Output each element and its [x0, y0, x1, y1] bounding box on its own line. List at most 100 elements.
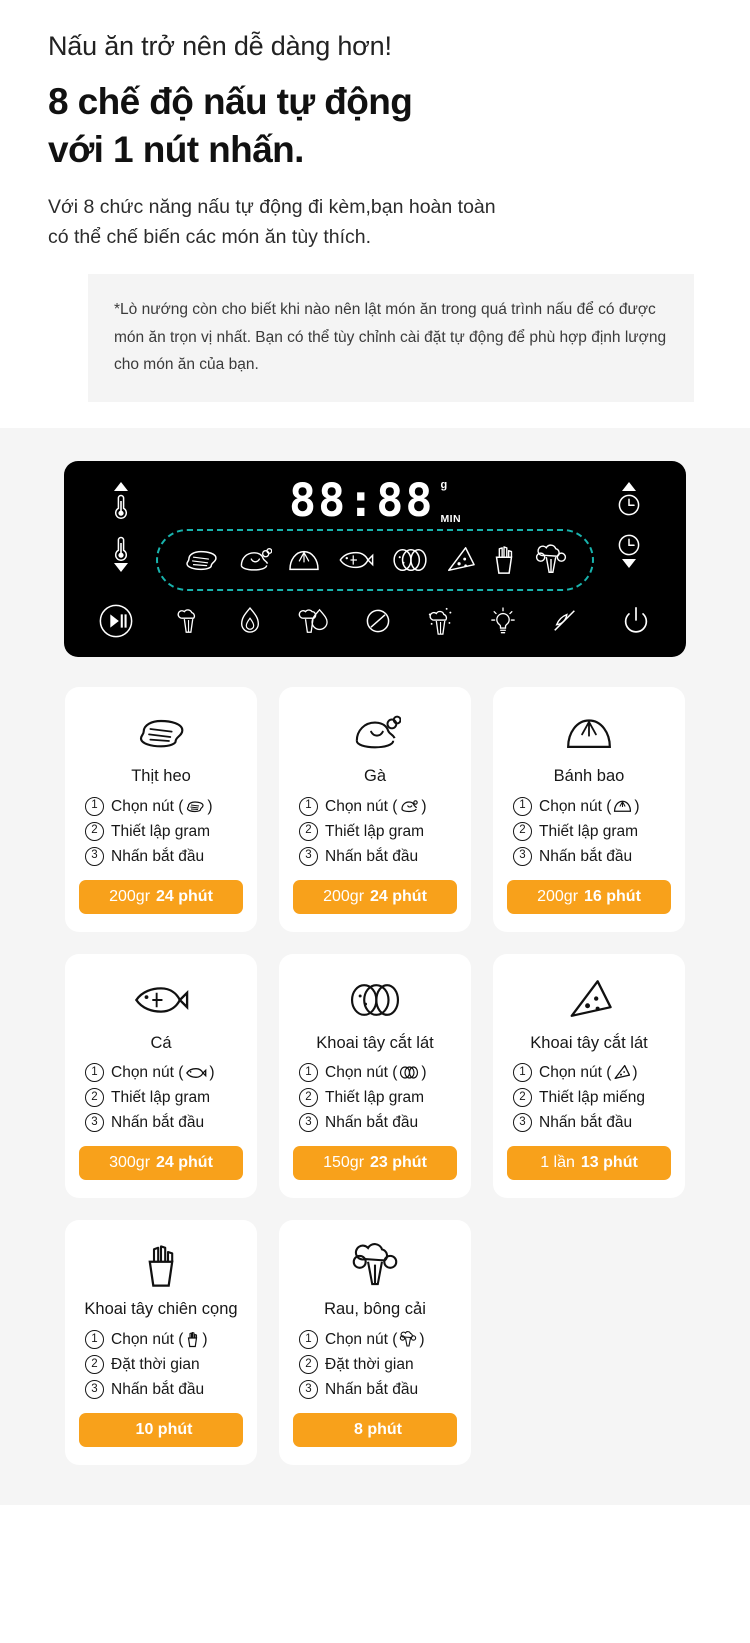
time-down-button[interactable] [616, 532, 642, 569]
step-number: 3 [85, 1380, 104, 1400]
step-3: 3 Nhấn bắt đầu [513, 846, 633, 866]
hero-subtitle-line2: có thể chế biến các món ăn tùy thích. [48, 225, 372, 248]
step-3: 3 Nhấn bắt đầu [299, 846, 419, 866]
card-title: Thịt heo [131, 766, 191, 785]
grill-button[interactable] [296, 606, 330, 636]
step-1: 1 Chọn nút ( ) [513, 1063, 638, 1083]
card-badge: 1 lần 13 phút [507, 1146, 671, 1181]
card-steps: 1 Chọn nút ( ) 2 Thiết lập gram 3 Nhấn b… [293, 1063, 457, 1133]
mode-pizza-button[interactable] [445, 545, 475, 575]
mode-potato-slices-button[interactable] [391, 546, 429, 574]
triangle-down-icon [114, 562, 128, 572]
card-badge: 200gr 24 phút [79, 879, 243, 914]
clock-up-icon [618, 494, 640, 516]
step-text: Nhấn bắt đầu [325, 847, 419, 865]
step-text: Thiết lập miếng [539, 1089, 645, 1107]
card-steps: 1 Chọn nút ( ) 2 Đặt thời gian 3 Nhấn bắ… [79, 1330, 243, 1400]
card-broccoli[interactable]: Rau, bông cải 1 Chọn nút ( ) 2 Đặt thời … [279, 1220, 471, 1466]
step-number: 3 [299, 1113, 318, 1133]
thermometer-down-icon [114, 536, 128, 561]
badge-time: 23 phút [370, 1154, 427, 1172]
badge-time: 8 phút [354, 1421, 402, 1439]
card-steps: 1 Chọn nút ( ) 2 Thiết lập miếng 3 Nhấn … [507, 1063, 671, 1133]
start-pause-button[interactable] [98, 603, 134, 639]
mute-button[interactable] [551, 607, 579, 635]
step-number: 3 [299, 1380, 318, 1400]
step-1: 1 Chọn nút ( ) [513, 796, 640, 816]
time-controls [606, 477, 652, 569]
page-title: 8 chế độ nấu tự động với 1 nút nhấn. [48, 78, 702, 173]
mode-broccoli-button[interactable] [534, 544, 568, 576]
broccoli-icon [399, 1331, 417, 1348]
step-number: 1 [85, 1063, 104, 1083]
card-badge: 10 phút [79, 1413, 243, 1448]
step-2: 2 Thiết lập miếng [513, 1088, 645, 1108]
card-pork[interactable]: Thịt heo 1 Chọn nút ( ) 2 Thiết lập gram… [65, 686, 257, 932]
step-text: Thiết lập gram [325, 822, 425, 840]
step-number: 2 [85, 821, 104, 841]
time-up-button[interactable] [616, 481, 642, 518]
note-text: *Lò nướng còn cho biết khi nào nên lật m… [114, 301, 667, 373]
card-chicken[interactable]: Gà 1 Chọn nút ( ) 2 Thiết lập gram 3 Nhấ… [279, 686, 471, 932]
steam-button[interactable] [426, 605, 456, 637]
badge-quantity: 200gr [109, 887, 151, 905]
step-text-end: ) [207, 797, 213, 815]
step-number: 1 [513, 1063, 532, 1083]
card-pizza[interactable]: Khoai tây cắt lát 1 Chọn nút ( ) 2 Thiết… [493, 953, 685, 1199]
card-potato-slices[interactable]: Khoai tây cắt lát 1 Chọn nút ( ) 2 Thiết… [279, 953, 471, 1199]
step-number: 2 [299, 1355, 318, 1375]
defrost-button[interactable] [365, 608, 391, 634]
card-icon [348, 972, 402, 1028]
step-number: 2 [513, 821, 532, 841]
mode-steak-button[interactable] [182, 546, 220, 574]
step-number: 2 [299, 821, 318, 841]
step-text-start: Chọn nút ( [111, 1331, 184, 1349]
mode-bun-button[interactable] [287, 546, 321, 574]
step-text: Thiết lập gram [111, 822, 211, 840]
play-pause-icon [99, 604, 133, 638]
step-text-end: ) [421, 1064, 427, 1082]
temperature-down-button[interactable] [111, 534, 131, 573]
mode-fish-button[interactable] [337, 548, 375, 572]
steak-icon [185, 799, 205, 814]
card-row-3: Khoai tây chiên cọng 1 Chọn nút ( ) 2 Đặ… [65, 1220, 685, 1466]
badge-quantity: 200gr [323, 887, 365, 905]
card-title: Khoai tây cắt lát [530, 1033, 648, 1052]
mode-fries-button[interactable] [490, 544, 518, 576]
step-text: Chọn nút ( ) [111, 1331, 208, 1348]
step-text: Nhấn bắt đầu [325, 1114, 419, 1132]
step-text-end: ) [209, 1064, 215, 1082]
temperature-controls [98, 477, 144, 573]
display-unit-time: MIN [440, 513, 461, 526]
note-box: *Lò nướng còn cho biết khi nào nên lật m… [88, 274, 694, 402]
step-1: 1 Chọn nút ( ) [299, 796, 427, 816]
roast-button[interactable] [238, 606, 262, 636]
step-number: 2 [85, 1355, 104, 1375]
mode-chicken-button[interactable] [236, 545, 272, 575]
step-number: 3 [513, 1113, 532, 1133]
card-fries[interactable]: Khoai tây chiên cọng 1 Chọn nút ( ) 2 Đặ… [65, 1220, 257, 1466]
step-text: Nhấn bắt đầu [539, 847, 633, 865]
step-number: 2 [299, 1088, 318, 1108]
no-entry-icon [366, 609, 390, 633]
light-button[interactable] [490, 606, 516, 636]
card-fish[interactable]: Cá 1 Chọn nút ( ) 2 Thiết lập gram 3 Nhấ… [65, 953, 257, 1199]
bao-bun-icon [567, 719, 611, 748]
dehydrate-button[interactable] [175, 606, 203, 636]
mute-icon [553, 609, 575, 631]
display-unit-weight: g [440, 478, 448, 491]
step-1: 1 Chọn nút ( ) [85, 796, 213, 816]
step-text-end: ) [419, 1331, 425, 1349]
step-1: 1 Chọn nút ( ) [299, 1330, 425, 1350]
card-icon [350, 1238, 400, 1294]
step-text: Chọn nút ( ) [325, 1064, 427, 1081]
step-number: 3 [85, 1113, 104, 1133]
step-number: 3 [513, 846, 532, 866]
step-text: Chọn nút ( ) [539, 798, 640, 815]
step-text-end: ) [634, 797, 640, 815]
power-button[interactable] [620, 605, 652, 637]
temperature-up-button[interactable] [111, 481, 131, 520]
step-2: 2 Thiết lập gram [513, 821, 638, 841]
card-bao-bun[interactable]: Bánh bao 1 Chọn nút ( ) 2 Thiết lập gram… [493, 686, 685, 932]
step-text: Chọn nút ( ) [111, 798, 213, 815]
